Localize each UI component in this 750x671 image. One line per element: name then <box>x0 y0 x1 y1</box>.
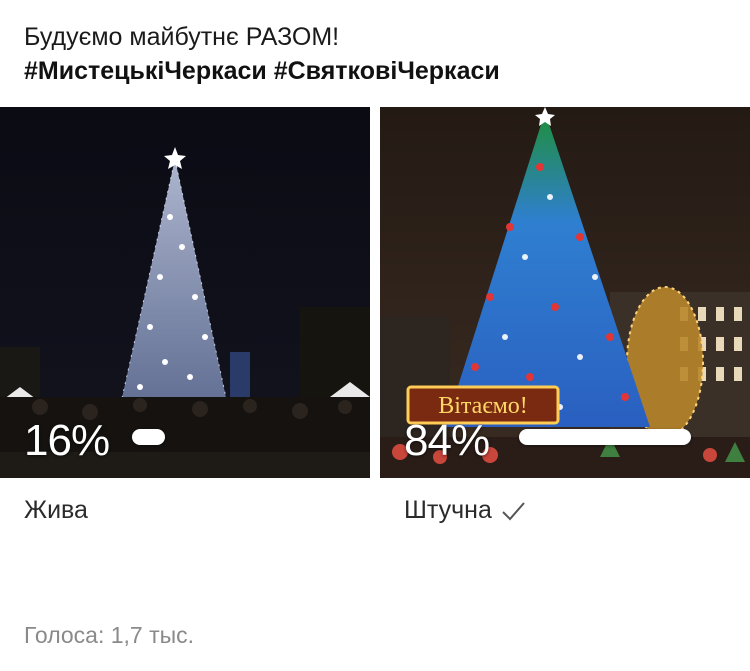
option-label-artificial[interactable]: Штучна <box>404 496 526 525</box>
option-percent: 84% <box>404 416 490 465</box>
option-progress-bar <box>132 429 165 445</box>
poll-option-live[interactable]: 16% <box>0 107 370 478</box>
vote-count: Голоса: 1,7 тыс. <box>24 622 195 648</box>
post-hashtags[interactable]: #МистецькіЧеркаси #СвятковіЧеркаси <box>24 54 500 88</box>
option-label-text: Жива <box>24 496 88 524</box>
poll-option-artificial[interactable]: Вітаємо! 84% <box>380 107 750 478</box>
option-label-live[interactable]: Жива <box>24 496 88 525</box>
post-text: Будуємо майбутнє РАЗОМ! <box>24 23 340 51</box>
post-caption: Будуємо майбутнє РАЗОМ! #МистецькіЧеркас… <box>24 20 500 88</box>
option-progress-bar <box>519 429 691 445</box>
option-percent: 16% <box>24 416 110 465</box>
option-label-text: Штучна <box>404 496 492 524</box>
checkmark-icon <box>502 501 525 520</box>
